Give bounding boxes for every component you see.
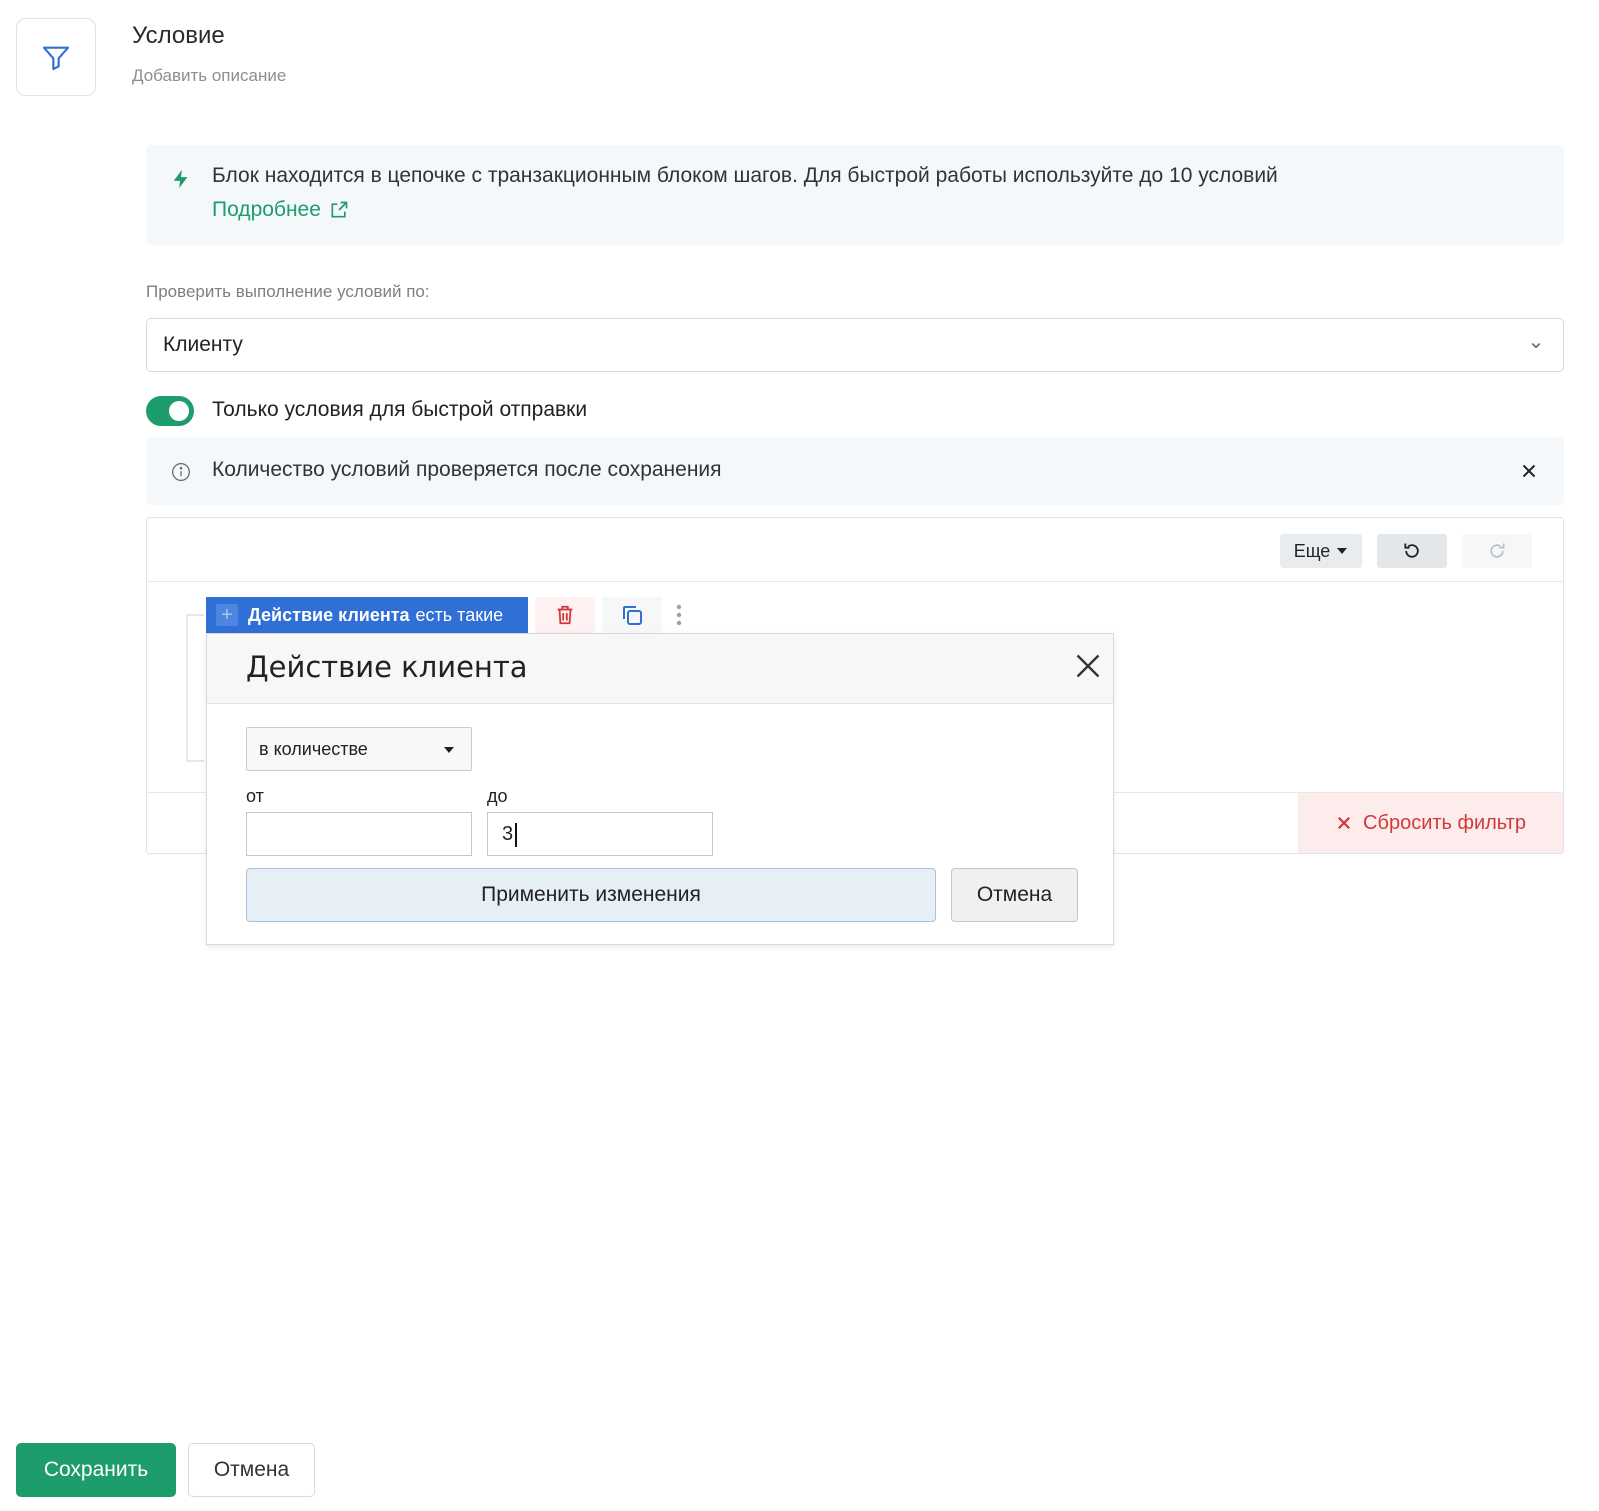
trash-icon — [557, 605, 573, 625]
copy-condition-button[interactable] — [602, 597, 662, 633]
tree-connector — [186, 614, 204, 762]
transaction-warning-banner — [146, 145, 1564, 245]
condition-chip[interactable]: + Действие клиента есть такие — [206, 597, 528, 633]
more-button-label: Еще — [1293, 540, 1331, 561]
vertical-dots-icon — [676, 604, 682, 626]
banner-text: Блок находится в цепочке с транзакционны… — [212, 164, 1278, 187]
close-icon[interactable] — [1074, 652, 1102, 680]
info-notice-text: Количество условий проверяется после сох… — [212, 458, 722, 481]
from-input[interactable] — [246, 812, 472, 856]
quantity-mode-value: в количестве — [259, 738, 368, 759]
divider — [147, 581, 1563, 582]
toggle-knob — [169, 401, 189, 421]
popup-title: Действие клиента — [246, 650, 528, 684]
reset-filter-label: Сбросить фильтр — [1363, 811, 1526, 834]
more-info-link-label: Подробнее — [212, 198, 321, 221]
chevron-down-icon — [1531, 342, 1541, 349]
condition-chip-modifier: есть такие — [415, 604, 504, 625]
reset-filter-button[interactable]: Сбросить фильтр — [1298, 793, 1563, 853]
check-by-value: Клиенту — [163, 333, 243, 356]
to-input[interactable] — [487, 812, 713, 856]
caret-down-icon — [444, 747, 454, 753]
cancel-button[interactable]: Отмена — [188, 1443, 315, 1497]
text-cursor — [515, 823, 517, 847]
filter-icon — [42, 46, 70, 71]
to-label: до — [487, 786, 508, 806]
delete-condition-button[interactable] — [535, 597, 595, 633]
caret-down-icon — [1337, 548, 1348, 554]
info-icon — [172, 463, 190, 481]
undo-icon — [1404, 543, 1419, 558]
quantity-mode-select[interactable]: в количестве — [246, 727, 472, 771]
copy-icon — [623, 606, 642, 625]
fast-send-toggle[interactable] — [146, 396, 194, 426]
more-options-button[interactable] — [669, 597, 689, 633]
check-by-label: Проверить выполнение условий по: — [146, 282, 430, 301]
close-icon[interactable] — [1518, 460, 1540, 482]
save-button[interactable]: Сохранить — [16, 1443, 176, 1497]
fast-send-toggle-label: Только условия для быстрой отправки — [212, 398, 588, 421]
external-link-icon — [331, 201, 348, 218]
add-description-link[interactable]: Добавить описание — [132, 66, 286, 86]
lightning-icon — [173, 169, 188, 189]
more-info-link[interactable]: Подробнее — [212, 198, 349, 222]
condition-chip-label: Действие клиента — [248, 604, 410, 625]
redo-icon — [1490, 543, 1505, 558]
undo-button[interactable] — [1377, 534, 1447, 568]
popup-cancel-button[interactable]: Отмена — [951, 868, 1078, 922]
more-button[interactable]: Еще — [1280, 534, 1362, 568]
redo-button[interactable] — [1462, 534, 1532, 568]
check-by-select[interactable]: Клиенту — [146, 318, 1564, 372]
condition-block-icon — [16, 18, 96, 96]
page-title: Условие — [132, 22, 225, 49]
apply-changes-button[interactable]: Применить изменения — [246, 868, 936, 922]
close-icon — [1338, 816, 1351, 830]
plus-icon[interactable]: + — [216, 604, 238, 626]
from-label: от — [246, 786, 264, 806]
